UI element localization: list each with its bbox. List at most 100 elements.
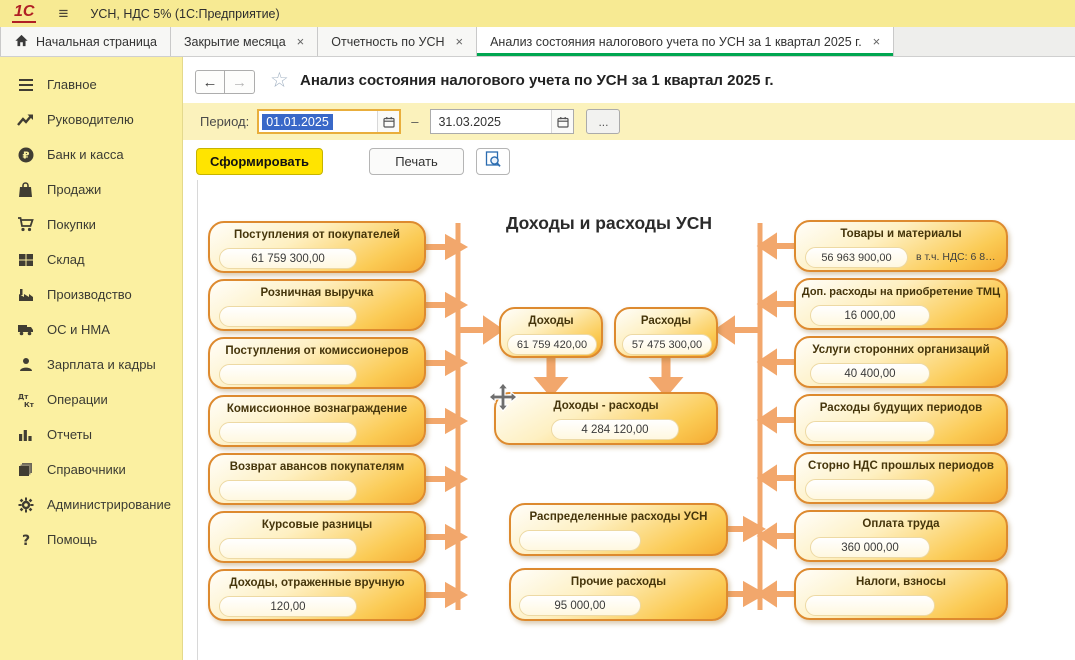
period-label: Период: xyxy=(200,114,249,129)
usn-flow-diagram: Доходы и расходы УСН Поступления от поку… xyxy=(197,180,1075,660)
box-value: 360 000,00 xyxy=(810,537,930,558)
box-note: в т.ч. НДС: 6 8… xyxy=(916,251,996,263)
income-source-box-manual-income[interactable]: Доходы, отраженные вручную 120,00 xyxy=(208,569,426,621)
tab-usn-analysis[interactable]: Анализ состояния налогового учета по УСН… xyxy=(477,27,894,56)
sidebar-item-pomosch[interactable]: ? Помощь xyxy=(0,522,182,557)
box-value: 40 400,00 xyxy=(810,363,930,384)
tab-home[interactable]: Начальная страница xyxy=(0,27,171,56)
warehouse-icon xyxy=(17,251,34,268)
preview-magnifier-icon xyxy=(485,151,501,173)
other-expenses-box[interactable]: Прочие расходы 95 000,00 xyxy=(509,568,728,621)
income-source-box-advance-returns[interactable]: Возврат авансов покупателям xyxy=(208,453,426,505)
sidebar-item-pokupki[interactable]: Покупки xyxy=(0,207,182,242)
box-title: Поступления от комиссионеров xyxy=(210,345,424,357)
period-more-button[interactable]: ... xyxy=(586,109,620,134)
diagram-title: Доходы и расходы УСН xyxy=(498,213,720,234)
svg-text:?: ? xyxy=(21,533,29,548)
svg-text:Дт: Дт xyxy=(18,393,29,401)
box-title: Возврат авансов покупателям xyxy=(210,461,424,473)
income-minus-expenses-box[interactable]: Доходы - расходы 4 284 120,00 xyxy=(494,392,718,445)
box-value xyxy=(219,306,357,327)
box-title: Расходы будущих периодов xyxy=(796,402,1006,414)
distributed-usn-expenses-box[interactable]: Распределенные расходы УСН xyxy=(509,503,728,556)
sidebar-item-otchety[interactable]: Отчеты xyxy=(0,417,182,452)
close-tab-icon[interactable]: × xyxy=(456,34,464,49)
ruble-coin-icon: ₽ xyxy=(17,146,34,163)
tab-label: Закрытие месяца xyxy=(184,35,286,49)
box-value: 95 000,00 xyxy=(519,595,641,616)
sidebar-item-label: Продажи xyxy=(47,182,101,197)
factory-icon xyxy=(17,286,34,303)
menu-lines-icon xyxy=(17,76,34,93)
sidebar-item-os-i-nma[interactable]: ОС и НМА xyxy=(0,312,182,347)
expense-source-box-tmc-extra[interactable]: Доп. расходы на приобретение ТМЦ 16 000,… xyxy=(794,278,1008,330)
period-bar: Период: 01.01.2025 – 31.03.2025 ... xyxy=(183,103,1075,140)
sidebar-item-spravochniki[interactable]: Справочники xyxy=(0,452,182,487)
1c-window: 1С ≡ УСН, НДС 5% (1С:Предприятие) Началь… xyxy=(0,0,1075,660)
truck-icon xyxy=(17,321,34,338)
box-value xyxy=(519,530,641,551)
box-title: Распределенные расходы УСН xyxy=(511,511,726,523)
expense-source-box-third-party-services[interactable]: Услуги сторонних организаций 40 400,00 xyxy=(794,336,1008,388)
box-title: Оплата труда xyxy=(796,518,1006,530)
forward-button[interactable]: → xyxy=(225,70,255,94)
sidebar-item-glavnoe[interactable]: Главное xyxy=(0,67,182,102)
calendar-icon[interactable] xyxy=(377,111,399,132)
box-value xyxy=(219,538,357,559)
expense-source-box-goods-materials[interactable]: Товары и материалы 56 963 900,00 в т.ч. … xyxy=(794,220,1008,272)
print-preview-button[interactable] xyxy=(476,148,510,175)
sidebar-item-operatsii[interactable]: ДтКт Операции xyxy=(0,382,182,417)
tab-bar: Начальная страница Закрытие месяца × Отч… xyxy=(0,27,1075,57)
calendar-icon[interactable] xyxy=(551,110,573,133)
sidebar-item-sklad[interactable]: Склад xyxy=(0,242,182,277)
sidebar-item-administrirovanie[interactable]: Администрирование xyxy=(0,487,182,522)
date-from-input[interactable]: 01.01.2025 xyxy=(257,109,401,134)
box-title: Комиссионное вознаграждение xyxy=(210,403,424,415)
expense-source-box-vat-reversal[interactable]: Сторно НДС прошлых периодов xyxy=(794,452,1008,504)
date-to-input[interactable]: 31.03.2025 xyxy=(430,109,574,134)
box-title: Услуги сторонних организаций xyxy=(796,344,1006,356)
sidebar-item-label: Покупки xyxy=(47,217,96,232)
sidebar-item-label: Банк и касса xyxy=(47,147,124,162)
svg-text:Кт: Кт xyxy=(24,401,34,408)
main-menu-icon[interactable]: ≡ xyxy=(58,5,68,22)
generate-button[interactable]: Сформировать xyxy=(196,148,323,175)
expense-source-box-taxes[interactable]: Налоги, взносы xyxy=(794,568,1008,620)
sidebar-item-proizvodstvo[interactable]: Производство xyxy=(0,277,182,312)
tab-label: Анализ состояния налогового учета по УСН… xyxy=(490,35,862,49)
date-to-value: 31.03.2025 xyxy=(434,114,551,130)
sidebar-item-label: Отчеты xyxy=(47,427,92,442)
close-tab-icon[interactable]: × xyxy=(297,34,305,49)
income-source-box-retail[interactable]: Розничная выручка xyxy=(208,279,426,331)
favorite-star-icon[interactable]: ☆ xyxy=(270,68,289,93)
close-tab-icon[interactable]: × xyxy=(873,34,881,49)
expense-source-box-payroll[interactable]: Оплата труда 360 000,00 xyxy=(794,510,1008,562)
sidebar-item-prodazhi[interactable]: Продажи xyxy=(0,172,182,207)
svg-text:₽: ₽ xyxy=(22,150,29,161)
back-button[interactable]: ← xyxy=(195,70,225,94)
income-source-box-exchange-differences[interactable]: Курсовые разницы xyxy=(208,511,426,563)
sidebar-item-zarplata-i-kadry[interactable]: Зарплата и кадры xyxy=(0,347,182,382)
total-income-box[interactable]: Доходы 61 759 420,00 xyxy=(499,307,603,358)
sidebar-item-rukovoditelyu[interactable]: Руководителю xyxy=(0,102,182,137)
expense-source-box-future-periods[interactable]: Расходы будущих периодов xyxy=(794,394,1008,446)
box-title: Налоги, взносы xyxy=(796,576,1006,588)
sidebar-item-label: Справочники xyxy=(47,462,126,477)
sidebar-item-bank-i-kassa[interactable]: ₽ Банк и касса xyxy=(0,137,182,172)
income-source-box-commissioners[interactable]: Поступления от комиссионеров xyxy=(208,337,426,389)
tab-usn-reporting[interactable]: Отчетность по УСН × xyxy=(318,27,477,56)
tab-month-closing[interactable]: Закрытие месяца × xyxy=(171,27,318,56)
print-button[interactable]: Печать xyxy=(369,148,464,175)
income-source-box-customers[interactable]: Поступления от покупателей 61 759 300,00 xyxy=(208,221,426,273)
box-title: Прочие расходы xyxy=(511,576,726,588)
tab-label: Отчетность по УСН xyxy=(331,35,444,49)
income-source-box-commission-fee[interactable]: Комиссионное вознаграждение xyxy=(208,395,426,447)
box-value: 57 475 300,00 xyxy=(622,334,712,355)
history-nav: ← → xyxy=(195,70,255,94)
sidebar-item-label: Производство xyxy=(47,287,132,302)
sidebar-item-label: ОС и НМА xyxy=(47,322,110,337)
question-icon: ? xyxy=(17,531,34,548)
total-expenses-box[interactable]: Расходы 57 475 300,00 xyxy=(614,307,718,358)
box-title: Доходы - расходы xyxy=(496,400,716,412)
date-from-value: 01.01.2025 xyxy=(262,114,333,130)
